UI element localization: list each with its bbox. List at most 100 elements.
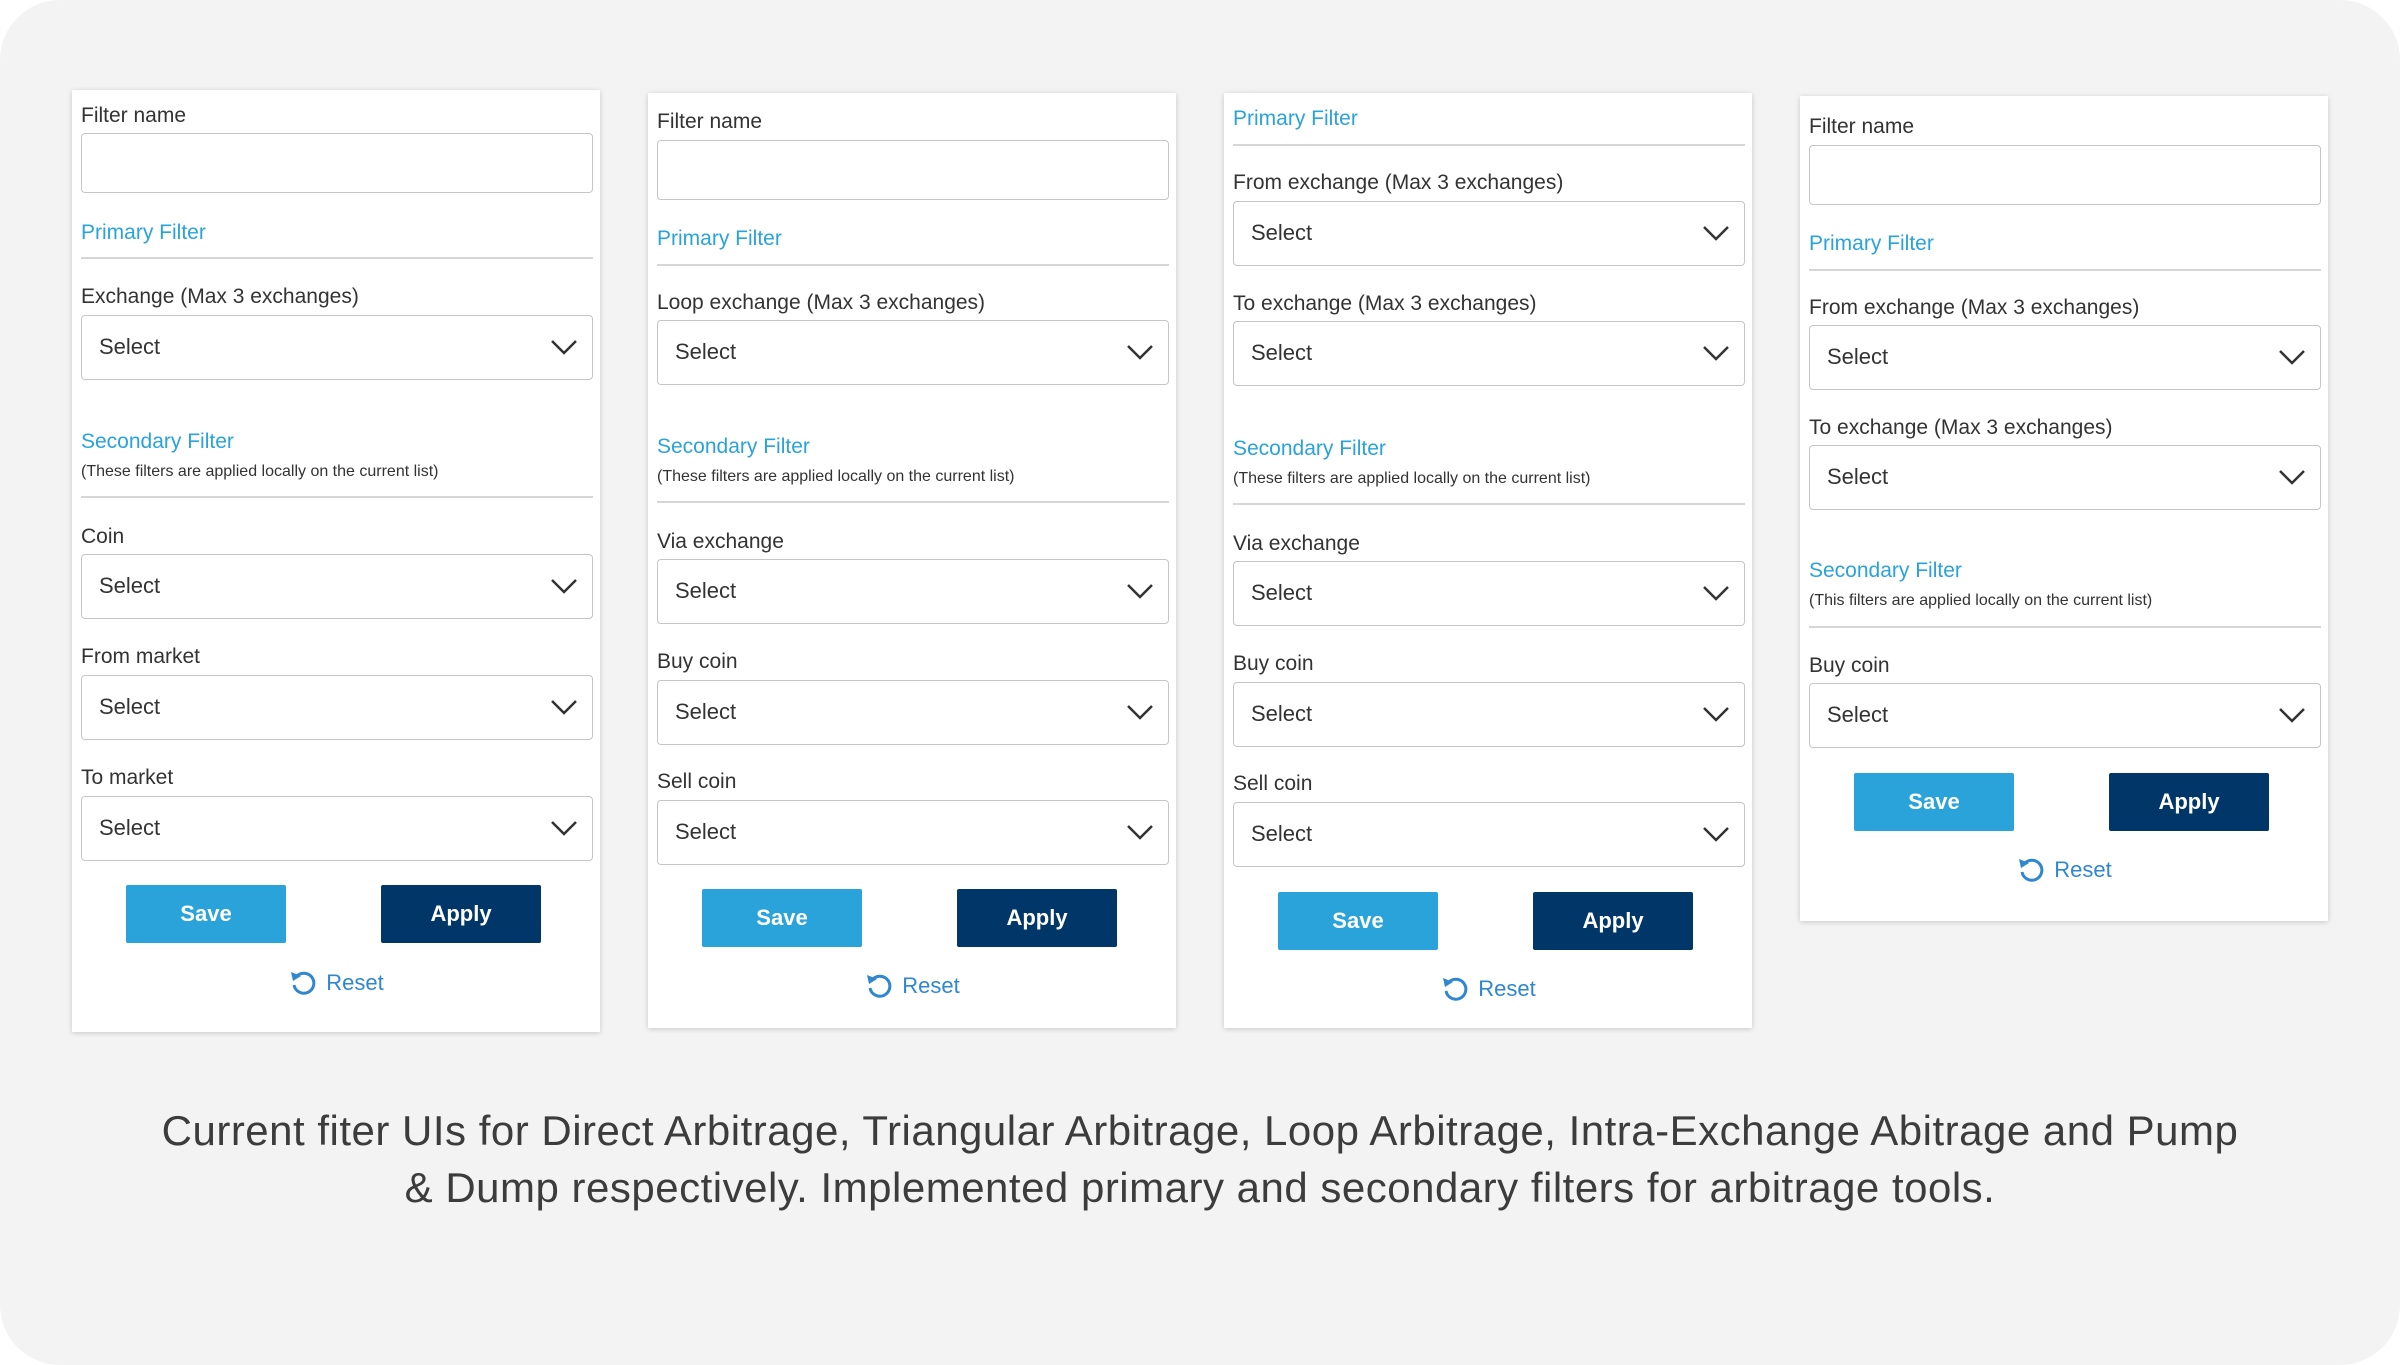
reset-label: Reset	[2054, 857, 2112, 882]
to-exchange-select-value: Select	[1827, 464, 1889, 489]
chevron-down-icon	[1127, 345, 1153, 360]
via-exchange-select[interactable]: Select	[657, 559, 1169, 624]
secondary-filter-divider	[1233, 503, 1745, 505]
buy-coin-select[interactable]: Select	[1809, 683, 2321, 748]
filter-panel-3: Primary Filter From exchange (Max 3 exch…	[1224, 93, 1752, 1028]
via-exchange-label: Via exchange	[1233, 532, 1360, 555]
secondary-filter-divider	[657, 501, 1169, 503]
filter-panel-2: Filter name Primary Filter Loop exchange…	[648, 93, 1176, 1028]
chevron-down-icon	[2279, 470, 2305, 485]
from-market-select[interactable]: Select	[81, 675, 593, 740]
save-button[interactable]: Save	[702, 889, 862, 947]
chevron-down-icon	[1127, 584, 1153, 599]
filter-panel-1: Filter name Primary Filter Exchange (Max…	[72, 90, 600, 1032]
sell-coin-label: Sell coin	[657, 770, 737, 793]
exchange-label: Exchange (Max 3 exchanges)	[81, 285, 359, 308]
save-button[interactable]: Save	[1278, 892, 1438, 950]
from-exchange-label: From exchange (Max 3 exchanges)	[1233, 171, 1564, 194]
reset-link[interactable]: Reset	[648, 968, 1176, 1004]
sell-coin-select-value: Select	[675, 819, 737, 844]
sell-coin-select-value: Select	[1251, 821, 1313, 846]
apply-button[interactable]: Apply	[957, 889, 1117, 947]
chevron-down-icon	[1703, 346, 1729, 361]
secondary-filter-note: (These filters are applied locally on th…	[657, 468, 1015, 485]
save-button[interactable]: Save	[126, 885, 286, 943]
reset-label: Reset	[1478, 976, 1536, 1001]
sell-coin-label: Sell coin	[1233, 772, 1313, 795]
chevron-down-icon	[1703, 586, 1729, 601]
to-exchange-select-value: Select	[1251, 340, 1313, 365]
apply-button[interactable]: Apply	[1533, 892, 1693, 950]
caption-text: Current fiter UIs for Direct Arbitrage, …	[161, 1107, 2239, 1211]
filter-name-input[interactable]	[81, 133, 593, 193]
chevron-down-icon	[1127, 705, 1153, 720]
chevron-down-icon	[1703, 827, 1729, 842]
to-exchange-select[interactable]: Select	[1233, 321, 1745, 386]
from-exchange-select[interactable]: Select	[1233, 201, 1745, 266]
loop-exchange-select[interactable]: Select	[657, 320, 1169, 385]
buy-coin-select-value: Select	[1827, 702, 1889, 727]
to-exchange-label: To exchange (Max 3 exchanges)	[1233, 292, 1537, 315]
chevron-down-icon	[551, 340, 577, 355]
to-market-select[interactable]: Select	[81, 796, 593, 861]
secondary-filter-divider	[81, 496, 593, 498]
secondary-filter-divider	[1809, 626, 2321, 628]
filter-name-label: Filter name	[1809, 115, 1915, 138]
from-exchange-label: From exchange (Max 3 exchanges)	[1809, 296, 2140, 319]
filter-name-input[interactable]	[1809, 145, 2321, 205]
coin-select[interactable]: Select	[81, 554, 593, 619]
reset-label: Reset	[902, 973, 960, 998]
secondary-filter-title: Secondary Filter	[657, 435, 810, 458]
via-exchange-select-value: Select	[675, 578, 737, 603]
sell-coin-select[interactable]: Select	[1233, 802, 1745, 867]
buy-coin-select[interactable]: Select	[657, 680, 1169, 745]
reset-link[interactable]: Reset	[1800, 852, 2328, 888]
primary-filter-divider	[81, 257, 593, 259]
to-exchange-label: To exchange (Max 3 exchanges)	[1809, 416, 2113, 439]
coin-label: Coin	[81, 525, 125, 548]
chevron-down-icon	[1127, 825, 1153, 840]
via-exchange-label: Via exchange	[657, 530, 784, 553]
buy-coin-select[interactable]: Select	[1233, 682, 1745, 747]
chevron-down-icon	[551, 579, 577, 594]
filter-name-label: Filter name	[657, 110, 763, 133]
secondary-filter-note: (This filters are applied locally on the…	[1809, 592, 2153, 609]
primary-filter-title: Primary Filter	[81, 221, 206, 244]
secondary-filter-title: Secondary Filter	[1809, 559, 1962, 582]
apply-button[interactable]: Apply	[2109, 773, 2269, 831]
reset-link[interactable]: Reset	[72, 965, 600, 1001]
primary-filter-title: Primary Filter	[1233, 107, 1358, 130]
exchange-select[interactable]: Select	[81, 315, 593, 380]
filter-name-label: Filter name	[81, 104, 187, 127]
secondary-filter-title: Secondary Filter	[81, 430, 234, 453]
loop-exchange-select-value: Select	[675, 339, 737, 364]
chevron-down-icon	[1703, 226, 1729, 241]
via-exchange-select-value: Select	[1251, 580, 1313, 605]
primary-filter-title: Primary Filter	[1809, 232, 1934, 255]
primary-filter-divider	[1233, 144, 1745, 146]
save-button[interactable]: Save	[1854, 773, 2014, 831]
to-exchange-select[interactable]: Select	[1809, 445, 2321, 510]
from-exchange-select[interactable]: Select	[1809, 325, 2321, 390]
reset-label: Reset	[326, 970, 384, 995]
reset-icon	[1443, 977, 1468, 1001]
chevron-down-icon	[2279, 350, 2305, 365]
exchange-select-value: Select	[99, 334, 161, 359]
reset-icon	[867, 974, 892, 998]
buy-coin-label: Buy coin	[1233, 652, 1314, 675]
apply-button[interactable]: Apply	[381, 885, 541, 943]
reset-link[interactable]: Reset	[1224, 971, 1752, 1007]
primary-filter-divider	[1809, 269, 2321, 271]
chevron-down-icon	[551, 700, 577, 715]
from-market-select-value: Select	[99, 694, 161, 719]
from-exchange-select-value: Select	[1251, 220, 1313, 245]
screenshot-frame: Filter name Primary Filter Exchange (Max…	[0, 0, 2400, 1365]
secondary-filter-title: Secondary Filter	[1233, 437, 1386, 460]
loop-exchange-label: Loop exchange (Max 3 exchanges)	[657, 291, 986, 314]
chevron-down-icon	[2279, 708, 2305, 723]
sell-coin-select[interactable]: Select	[657, 800, 1169, 865]
via-exchange-select[interactable]: Select	[1233, 561, 1745, 626]
filter-name-input[interactable]	[657, 140, 1169, 200]
primary-filter-title: Primary Filter	[657, 227, 782, 250]
from-exchange-select-value: Select	[1827, 344, 1889, 369]
